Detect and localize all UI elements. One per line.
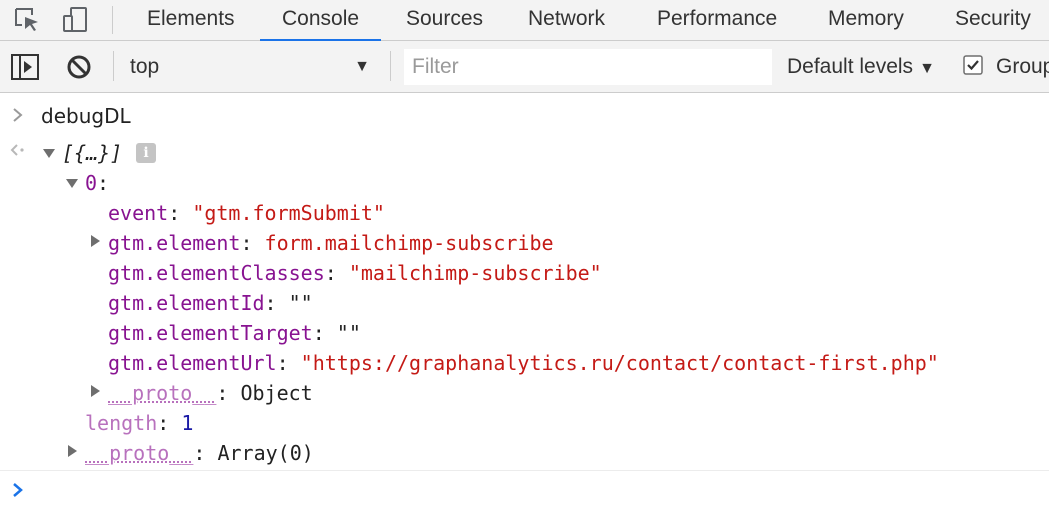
input-prompt-icon: [12, 107, 24, 127]
log-levels-label: Default levels: [787, 55, 914, 78]
prop-row: event: "gtm.formSubmit": [108, 201, 385, 225]
collapse-triangle-icon[interactable]: [66, 179, 78, 188]
toolbar-separator: [390, 51, 391, 81]
inspect-element-icon[interactable]: [13, 6, 41, 34]
prop-row: gtm.elementClasses: "mailchimp-subscribe…: [108, 261, 602, 285]
tab-memory[interactable]: Memory: [828, 0, 904, 41]
array-item-0[interactable]: 0:: [85, 168, 109, 198]
caret-down-icon: ▼: [919, 60, 935, 77]
collapse-triangle-icon[interactable]: [43, 149, 55, 158]
console-prompt-icon[interactable]: [12, 482, 24, 502]
item-index: 0: [85, 171, 98, 195]
expand-triangle-icon[interactable]: [68, 445, 77, 457]
prop-row[interactable]: gtm.element: form.mailchimp-subscribe: [108, 228, 554, 258]
tab-elements[interactable]: Elements: [147, 0, 235, 41]
console-input-command: debugDL: [41, 104, 131, 128]
console-divider: [0, 470, 1049, 471]
prop-row: gtm.elementId: "": [108, 291, 313, 315]
context-selector[interactable]: top ▼: [130, 53, 374, 81]
devtools-tab-bar: Elements Console Sources Network Perform…: [0, 0, 1049, 42]
prop-row: gtm.elementUrl: "https://graphanalytics.…: [108, 351, 939, 375]
group-similar-label: Group: [996, 55, 1049, 78]
length-row: length: 1: [85, 411, 194, 435]
context-selector-value: top: [130, 55, 160, 78]
result-arrow-icon: [10, 142, 26, 161]
array-summary[interactable]: [{…}]: [62, 138, 122, 168]
item-proto-row[interactable]: __proto__: Object: [108, 378, 313, 408]
prop-row: gtm.elementTarget: "": [108, 321, 361, 345]
log-levels-dropdown[interactable]: Default levels ▼: [787, 53, 935, 81]
device-toolbar-icon[interactable]: [61, 6, 89, 34]
tab-security[interactable]: Security: [955, 0, 1031, 41]
expand-triangle-icon[interactable]: [91, 385, 100, 397]
info-icon[interactable]: i: [136, 143, 156, 163]
sidebar-toggle-icon[interactable]: [11, 54, 39, 80]
tab-performance[interactable]: Performance: [657, 0, 777, 41]
filter-input[interactable]: [404, 49, 772, 85]
tab-console[interactable]: Console: [259, 0, 382, 42]
toolbar-separator: [113, 51, 114, 81]
tab-bar-separator: [112, 6, 113, 34]
console-toolbar: top ▼ Default levels ▼ Group: [0, 41, 1049, 93]
tab-sources[interactable]: Sources: [406, 0, 483, 41]
caret-down-icon: ▼: [354, 58, 370, 75]
group-similar-checkbox[interactable]: [963, 55, 983, 75]
console-output: debugDL [{…}] i 0: event: "gtm.formSubmi…: [0, 93, 1049, 515]
array-proto-row[interactable]: __proto__: Array(0): [85, 438, 314, 468]
clear-console-icon[interactable]: [66, 54, 92, 80]
expand-triangle-icon[interactable]: [91, 235, 100, 247]
tab-network[interactable]: Network: [528, 0, 605, 41]
